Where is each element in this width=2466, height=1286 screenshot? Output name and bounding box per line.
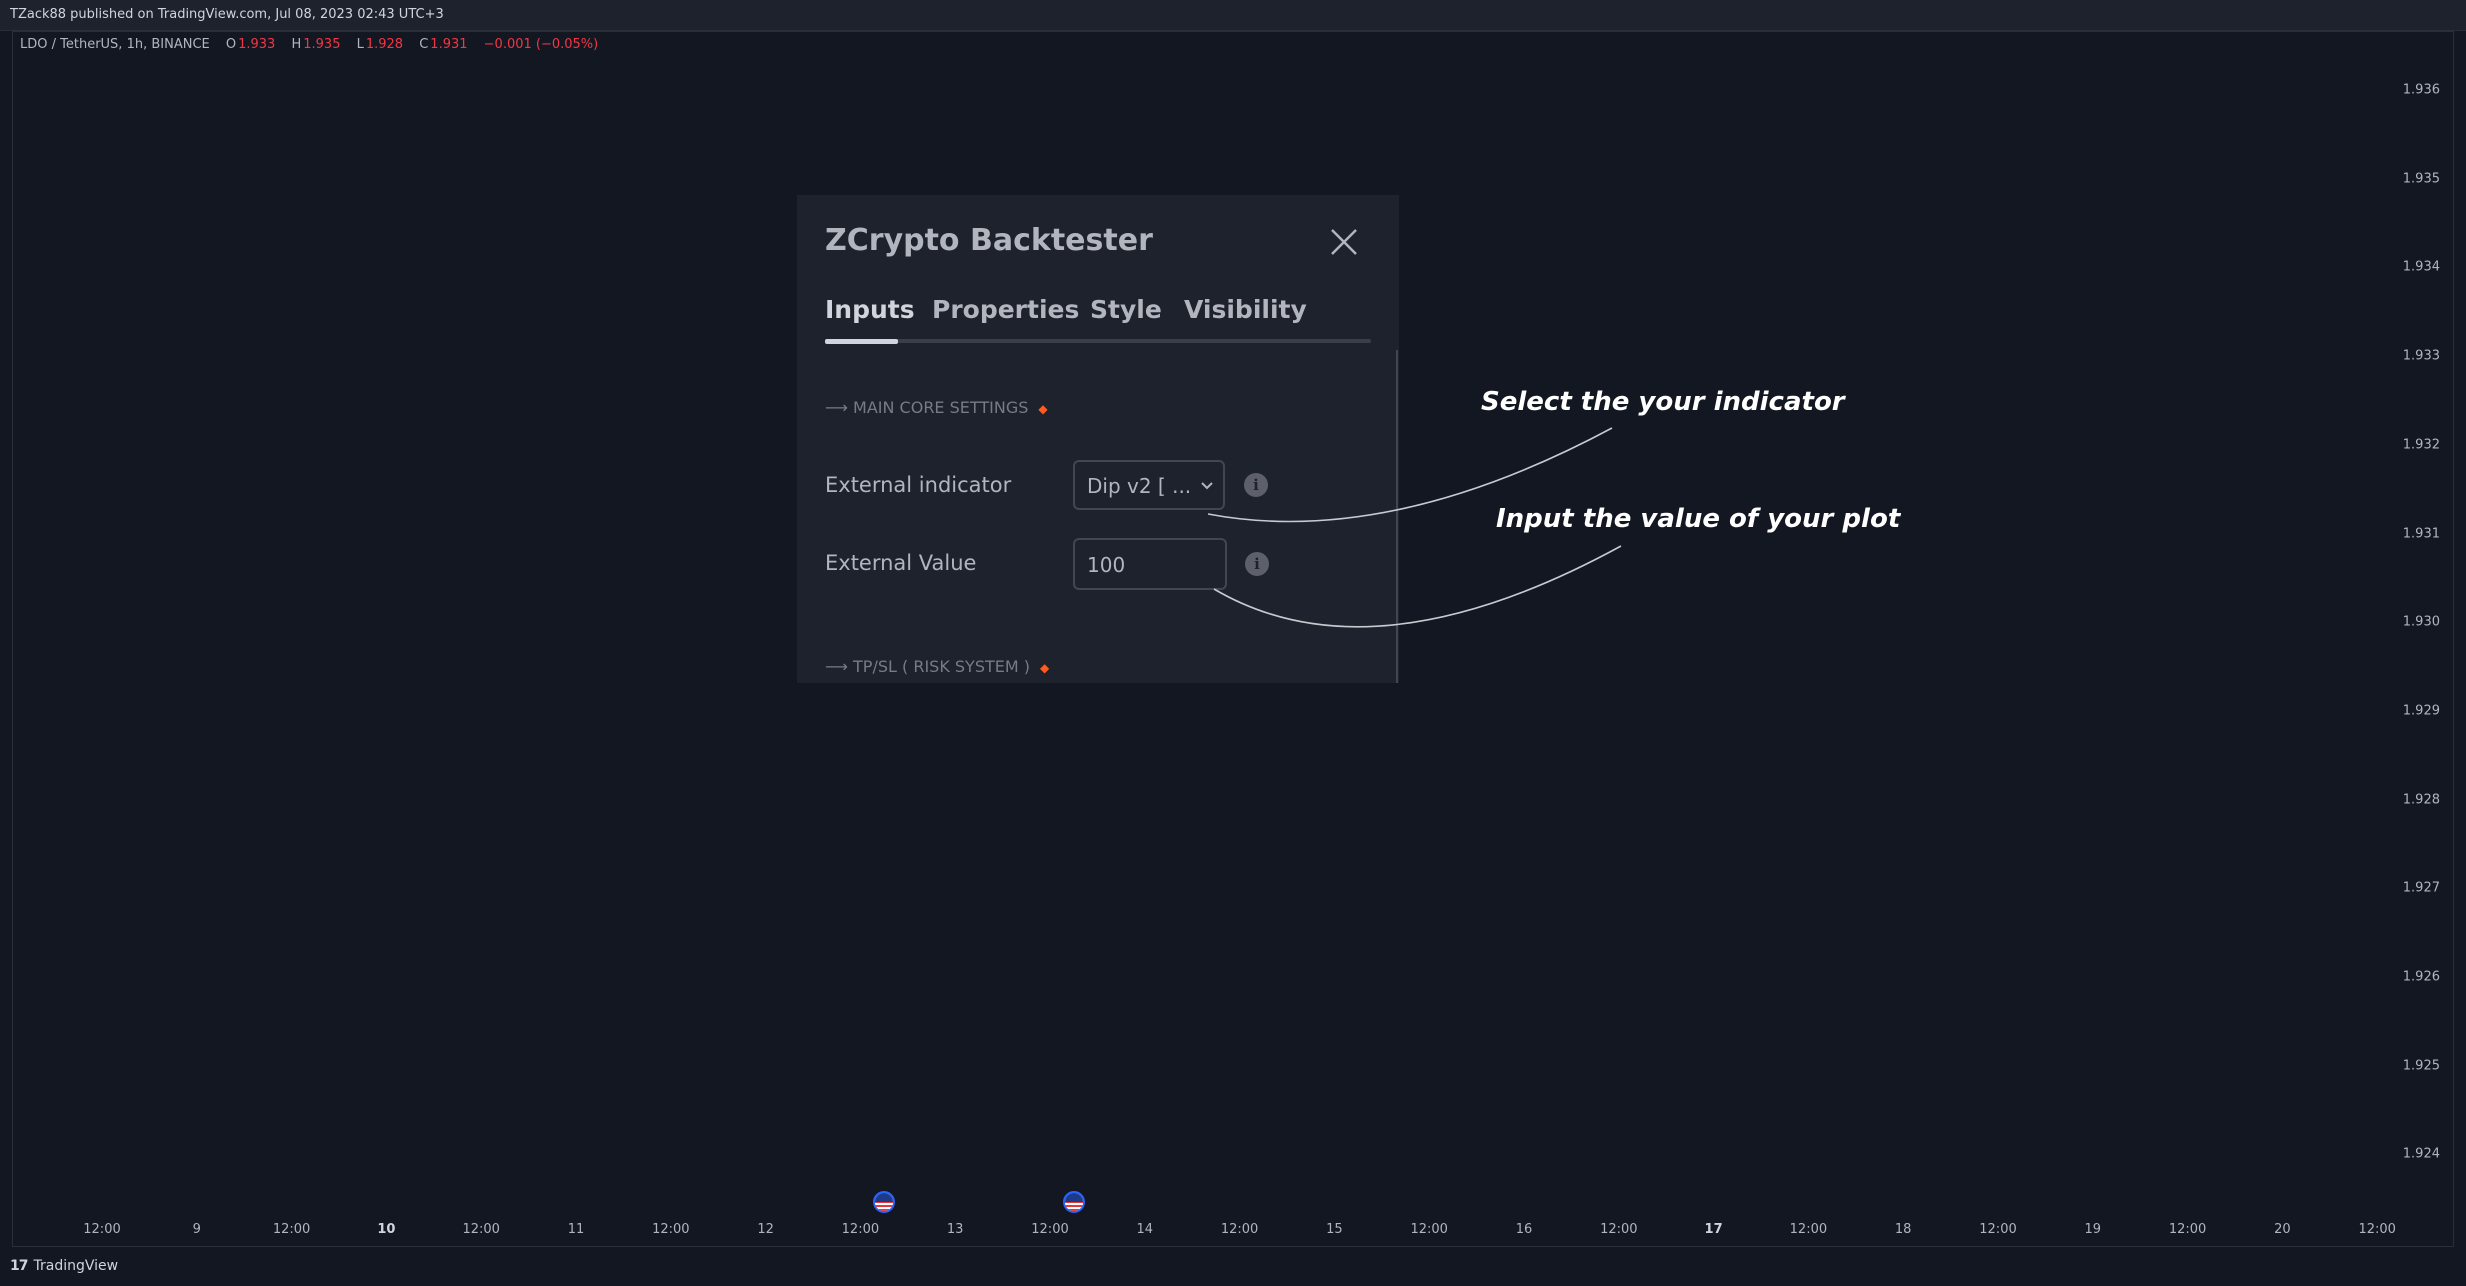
low-value: 1.928 <box>365 37 404 52</box>
price-tick: 1.931 <box>2402 526 2440 541</box>
us-flag-icon[interactable] <box>873 1191 895 1213</box>
time-tick: 12:00 <box>841 1222 880 1237</box>
low-label: L <box>356 37 364 52</box>
top-bar: TZack88 published on TradingView.com, Ju… <box>0 0 2466 31</box>
close-button[interactable] <box>1327 225 1361 259</box>
tab-visibility[interactable]: Visibility <box>1184 295 1307 324</box>
tradingview-logo-text: TradingView <box>33 1258 119 1274</box>
info-icon[interactable]: i <box>1245 552 1269 576</box>
external-indicator-label: External indicator <box>825 473 1012 497</box>
external-indicator-value: Dip v2 [ ... <box>1087 474 1192 498</box>
tab-inputs[interactable]: Inputs <box>825 295 915 324</box>
time-tick: 12:00 <box>1410 1222 1448 1237</box>
close-value: 1.931 <box>430 37 468 52</box>
published-info: TZack88 published on TradingView.com, Ju… <box>10 7 444 22</box>
external-value-input[interactable]: 100 <box>1073 538 1227 590</box>
time-tick: 15 <box>1326 1222 1343 1237</box>
section-tp-sl[interactable]: ⟶ TP/SL ( RISK SYSTEM ) ◆ <box>825 657 1049 676</box>
price-tick: 1.926 <box>2402 969 2440 985</box>
price-tick: 1.929 <box>2402 703 2440 719</box>
time-tick: 13 <box>946 1222 964 1237</box>
section-tpsl-label: ⟶ TP/SL ( RISK SYSTEM ) <box>825 657 1030 676</box>
high-label: H <box>291 37 302 52</box>
section-main-label: ⟶ MAIN CORE SETTINGS <box>825 398 1029 417</box>
open-label: O <box>225 37 237 52</box>
symbol-name[interactable]: LDO / TetherUS, 1h, BINANCE <box>20 37 210 52</box>
section-main-core-settings[interactable]: ⟶ MAIN CORE SETTINGS ◆ <box>825 398 1048 417</box>
tab-properties[interactable]: Properties <box>932 295 1079 324</box>
time-tick: 12:00 <box>2168 1222 2207 1237</box>
us-flag-icon[interactable] <box>1063 1191 1085 1213</box>
time-tick: 10 <box>377 1222 396 1237</box>
section-dot-icon: ◆ <box>1038 402 1048 416</box>
time-tick: 9 <box>192 1222 201 1237</box>
time-tick: 12:00 <box>1220 1222 1259 1237</box>
bottom-bar <box>0 1248 2466 1286</box>
price-tick: 1.930 <box>2402 614 2440 630</box>
time-tick: 20 <box>2274 1222 2291 1237</box>
time-tick: 12:00 <box>1789 1222 1828 1237</box>
time-tick: 12:00 <box>652 1222 690 1237</box>
tradingview-logo[interactable]: 17 TradingView <box>10 1258 118 1274</box>
time-tick: 14 <box>1136 1222 1154 1237</box>
time-axis[interactable]: 12:00 9 12:00 10 12:00 11 12:00 12 12:00 13 12:00 1… <box>12 1222 2396 1242</box>
external-indicator-select[interactable]: Dip v2 [ ... <box>1073 460 1225 510</box>
dialog-title: ZCrypto Backtester <box>825 223 1153 258</box>
time-tick: 19 <box>2084 1222 2102 1237</box>
time-tick: 12 <box>757 1222 774 1237</box>
price-tick: 1.935 <box>2402 171 2440 187</box>
close-icon <box>1331 229 1357 255</box>
time-tick: 12:00 <box>1979 1222 2017 1237</box>
time-tick: 12:00 <box>272 1222 311 1237</box>
time-tick: 12:00 <box>2358 1222 2396 1237</box>
price-tick: 1.924 <box>2402 1146 2440 1162</box>
high-value: 1.935 <box>303 37 341 52</box>
price-axis[interactable]: 1.936 1.935 1.934 1.933 1.932 1.931 1.930 1.929… <box>2380 31 2450 1247</box>
info-icon[interactable]: i <box>1244 473 1268 497</box>
time-tick: 12:00 <box>1031 1222 1069 1237</box>
external-value-text: 100 <box>1087 553 1126 577</box>
section-dot-icon: ◆ <box>1040 661 1050 675</box>
time-tick: 12:00 <box>1600 1222 1638 1237</box>
active-tab-indicator <box>825 339 898 344</box>
price-tick: 1.936 <box>2402 82 2440 98</box>
dialog-tabs: Inputs Properties Style Visibility <box>825 295 1371 345</box>
price-tick: 1.934 <box>2402 259 2440 275</box>
time-tick: 18 <box>1894 1222 1912 1237</box>
price-tick: 1.925 <box>2402 1058 2440 1074</box>
chevron-down-icon <box>1201 482 1213 490</box>
tradingview-logo-icon: 17 <box>10 1258 29 1274</box>
price-tick: 1.928 <box>2402 792 2440 808</box>
scrollbar[interactable] <box>1396 350 1398 683</box>
external-value-label: External Value <box>825 551 977 575</box>
time-tick: 12:00 <box>83 1222 121 1237</box>
change-value: −0.001 (−0.05%) <box>483 37 599 52</box>
time-tick: 12:00 <box>462 1222 500 1237</box>
close-label: C <box>419 37 429 52</box>
time-tick: 11 <box>567 1222 585 1237</box>
price-tick: 1.927 <box>2402 880 2440 896</box>
tab-style[interactable]: Style <box>1090 295 1162 324</box>
annotation-select-indicator: Select the your indicator <box>1481 387 1845 417</box>
tab-track <box>825 339 1371 343</box>
price-tick: 1.933 <box>2402 348 2440 364</box>
symbol-legend: LDO / TetherUS, 1h, BINANCE O 1.933 H 1.93… <box>20 37 600 52</box>
time-tick: 17 <box>1704 1222 1723 1237</box>
indicator-settings-dialog: ZCrypto Backtester Inputs Properties Sty… <box>797 195 1399 683</box>
price-tick: 1.932 <box>2402 437 2440 453</box>
open-value: 1.933 <box>238 37 276 52</box>
time-tick: 16 <box>1515 1222 1533 1237</box>
annotation-input-value: Input the value of your plot <box>1496 504 1901 534</box>
